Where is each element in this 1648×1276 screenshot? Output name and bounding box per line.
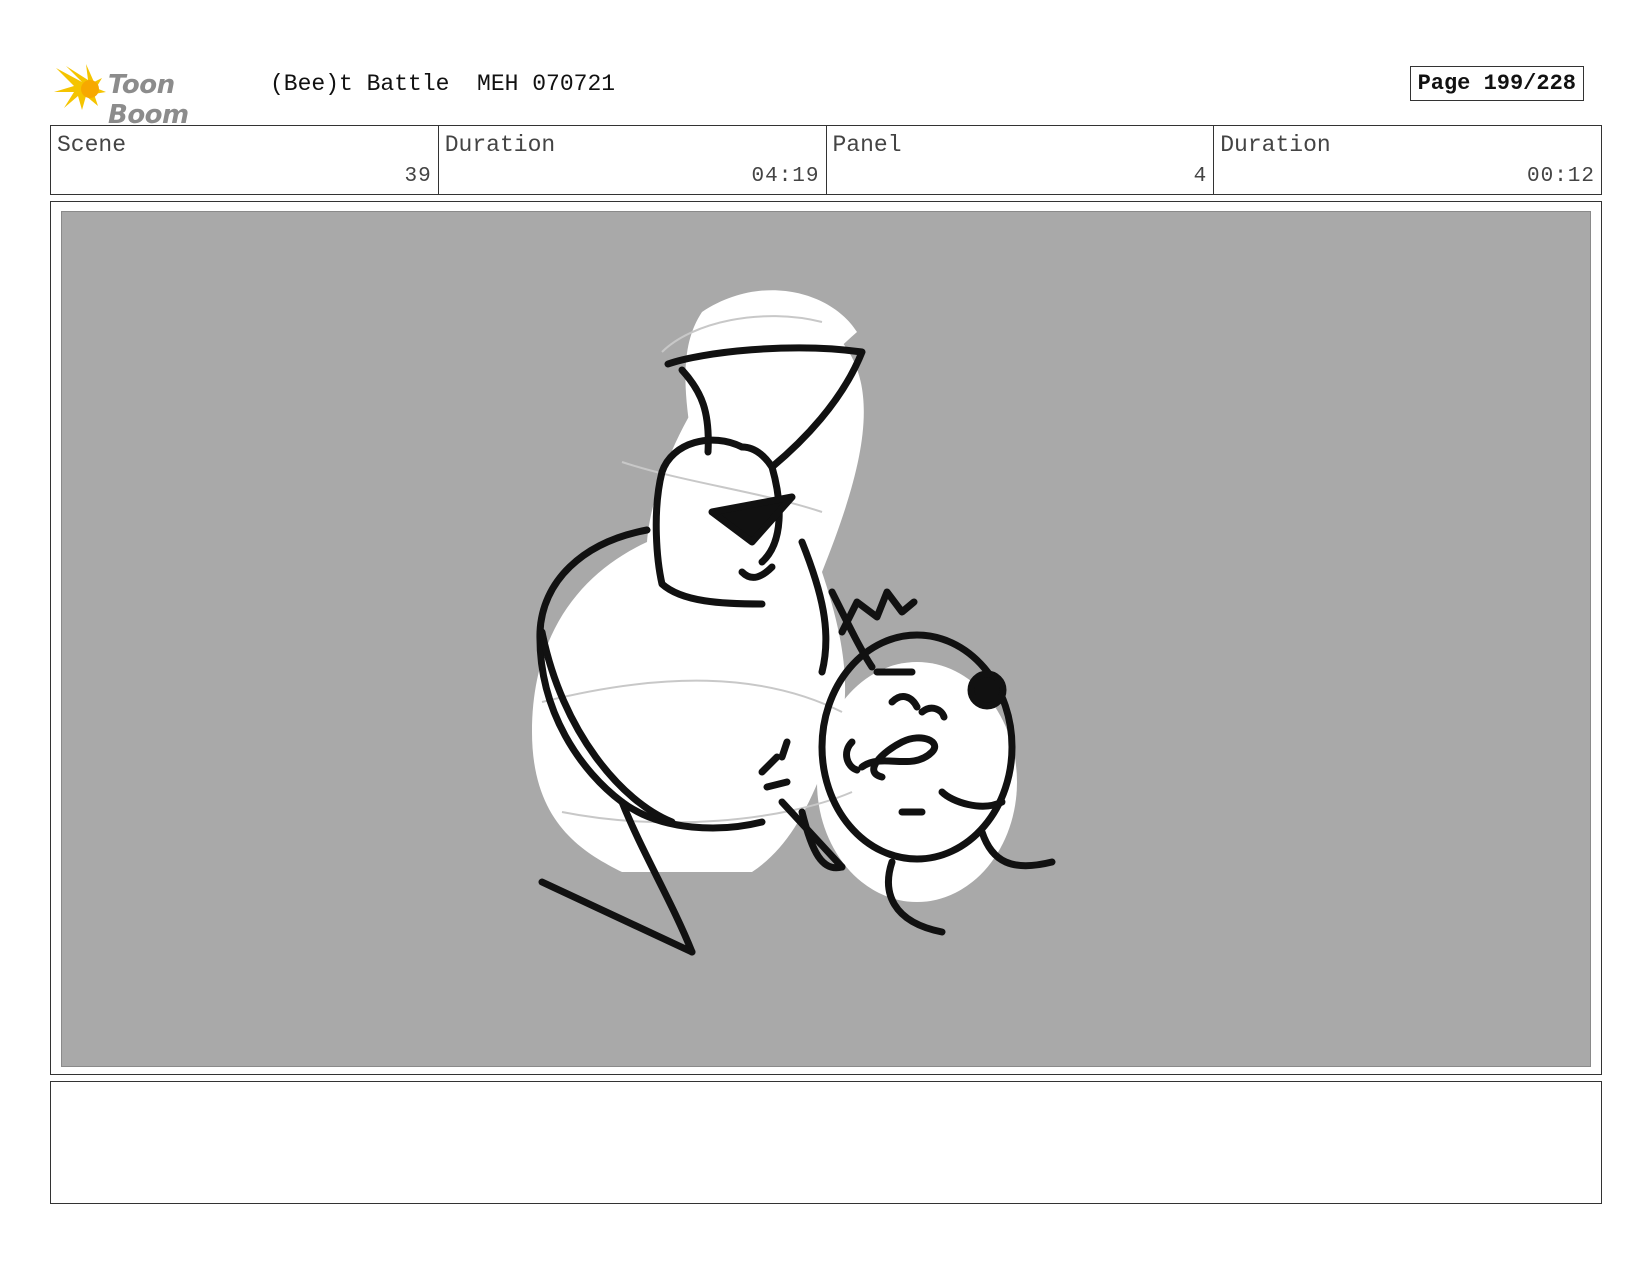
sketch-illustration bbox=[532, 290, 1056, 956]
scene-duration-value: 04:19 bbox=[751, 165, 820, 188]
panel-cell: Panel 4 bbox=[827, 126, 1215, 194]
starburst-icon bbox=[54, 64, 106, 110]
project-title: (Bee)t Battle MEH 070721 bbox=[270, 71, 616, 97]
scene-info-row: Scene 39 Duration 04:19 Panel 4 Duration… bbox=[50, 125, 1602, 195]
toon-boom-logo: Toon Boom bbox=[52, 62, 252, 130]
scene-duration-label: Duration bbox=[444, 132, 556, 158]
storyboard-header: Toon Boom (Bee)t Battle MEH 070721 Page … bbox=[52, 58, 1604, 130]
page-number: Page 199/228 bbox=[1409, 66, 1584, 101]
panel-duration-value: 00:12 bbox=[1526, 165, 1595, 188]
panel-frame bbox=[50, 201, 1602, 1075]
panel-image bbox=[61, 211, 1591, 1067]
scene-cell: Scene 39 bbox=[51, 126, 439, 194]
scene-value: 39 bbox=[404, 165, 432, 188]
scene-duration-cell: Duration 04:19 bbox=[439, 126, 827, 194]
panel-label: Panel bbox=[832, 132, 902, 158]
panel-value: 4 bbox=[1193, 165, 1208, 188]
panel-notes[interactable] bbox=[50, 1081, 1602, 1204]
scene-label: Scene bbox=[57, 132, 127, 158]
logo-text: Toon Boom bbox=[108, 70, 189, 130]
panel-duration-label: Duration bbox=[1220, 132, 1331, 158]
panel-duration-cell: Duration 00:12 bbox=[1214, 126, 1601, 194]
